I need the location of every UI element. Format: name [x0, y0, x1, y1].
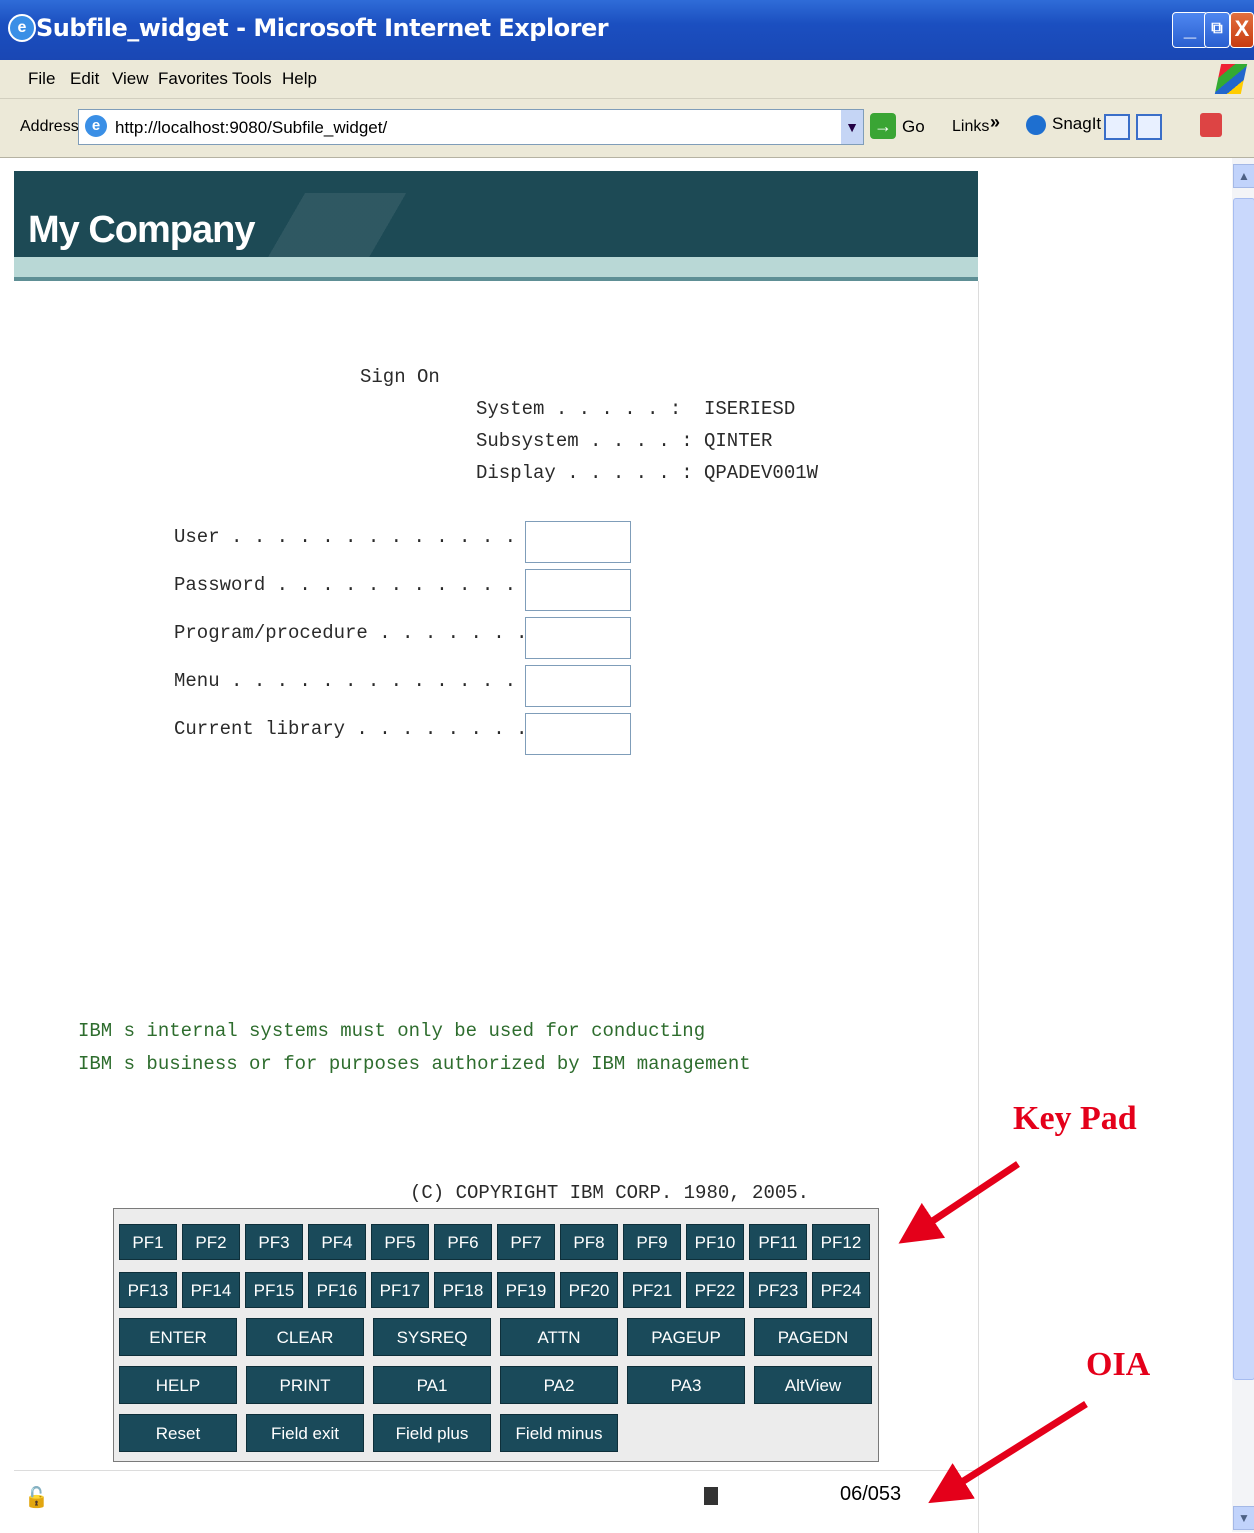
- annotation-arrows: [898, 1161, 1088, 1504]
- keypad-arrow-icon: [898, 1161, 1020, 1244]
- oia-arrow-icon: [928, 1401, 1088, 1504]
